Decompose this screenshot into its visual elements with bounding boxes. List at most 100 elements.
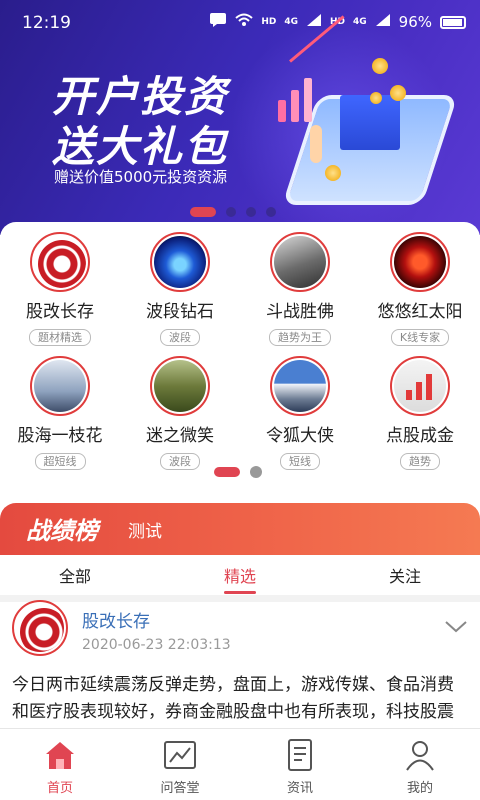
- expert-card[interactable]: 斗战胜佛 趋势为王: [240, 232, 360, 346]
- post-time: 2020-06-23 22:03:13: [82, 637, 231, 653]
- message-icon: [209, 12, 227, 32]
- chart-trend-icon: [162, 737, 198, 773]
- ranking-subtitle: 测试: [128, 522, 162, 542]
- banner-dot[interactable]: [246, 207, 256, 217]
- coin-icon: [390, 85, 406, 101]
- expert-name: 点股成金: [386, 426, 454, 446]
- home-icon: [42, 737, 78, 773]
- post-avatar[interactable]: [12, 600, 68, 656]
- avatar: [30, 356, 90, 416]
- logo-avatar: [16, 604, 64, 652]
- banner-dot[interactable]: [226, 207, 236, 217]
- banner-title: 开户投资 送大礼包: [52, 72, 228, 172]
- bar-illustration: [278, 78, 312, 122]
- post-author[interactable]: 股改长存: [82, 607, 150, 632]
- tab-active-indicator: [224, 591, 256, 594]
- avatar: [390, 232, 450, 292]
- nav-news[interactable]: 资讯: [240, 729, 360, 800]
- avatar: [30, 232, 90, 292]
- diamond-avatar: [154, 236, 206, 288]
- coin-icon: [370, 92, 382, 104]
- signal-icon: [306, 13, 322, 31]
- expert-tag: 趋势为王: [269, 329, 331, 346]
- nav-qa[interactable]: 问答堂: [120, 729, 240, 800]
- expert-name: 悠悠红太阳: [377, 302, 463, 322]
- expert-tag: 波段: [160, 329, 200, 346]
- experts-panel: 股改长存 题材精选 波段钻石 波段 斗战胜佛 趋势为王 悠悠红太阳 K线专家 股…: [0, 222, 480, 490]
- nav-label: 我的: [406, 781, 433, 796]
- coin-icon: [372, 58, 388, 74]
- bull-avatar: [394, 360, 446, 412]
- expert-tag: 趋势: [400, 453, 440, 470]
- avatar: [390, 356, 450, 416]
- network-4g-label-2: 4G: [353, 17, 367, 27]
- nav-label: 资讯: [286, 781, 313, 796]
- nav-home[interactable]: 首页: [0, 729, 120, 800]
- coin-icon: [325, 165, 341, 181]
- battery-percent: 96%: [398, 13, 432, 31]
- nav-label: 问答堂: [160, 781, 200, 796]
- lady-avatar: [34, 360, 86, 412]
- divider: [0, 595, 480, 602]
- expert-card[interactable]: 股改长存 题材精选: [0, 232, 120, 346]
- expert-tag: 超短线: [34, 453, 86, 470]
- expert-name: 股海一枝花: [17, 426, 103, 446]
- tab-following[interactable]: 关注: [365, 563, 445, 587]
- red-sun-avatar: [394, 236, 446, 288]
- expert-tag: 短线: [280, 453, 320, 470]
- expert-tag: 题材精选: [29, 329, 91, 346]
- expert-tag: K线专家: [390, 329, 450, 346]
- banner-dot-active[interactable]: [190, 207, 216, 217]
- banner-dot[interactable]: [266, 207, 276, 217]
- status-bar: 12:19 HD 4G HD 4G 96%: [0, 0, 480, 44]
- news-icon: [282, 737, 318, 773]
- nav-label: 首页: [46, 781, 73, 796]
- experts-pager: [214, 466, 262, 478]
- expert-tag: 波段: [160, 453, 200, 470]
- expert-card[interactable]: 悠悠红太阳 K线专家: [360, 232, 480, 346]
- mountain-avatar: [274, 360, 326, 412]
- expert-name: 斗战胜佛: [266, 302, 334, 322]
- expert-name: 迷之微笑: [146, 426, 214, 446]
- wifi-icon: [235, 13, 253, 31]
- tree-avatar: [154, 360, 206, 412]
- avatar: [150, 232, 210, 292]
- ranking-title: 战绩榜: [26, 517, 98, 545]
- expert-card[interactable]: 波段钻石 波段: [120, 232, 240, 346]
- expert-card[interactable]: 股海一枝花 超短线: [0, 356, 120, 470]
- tab-featured[interactable]: 精选: [200, 563, 280, 587]
- battery-icon: [440, 15, 466, 29]
- expert-name: 波段钻石: [146, 302, 214, 322]
- chevron-down-icon[interactable]: [444, 615, 467, 637]
- signal-icon-2: [375, 13, 391, 31]
- network-4g-label: 4G: [284, 17, 298, 27]
- nav-profile[interactable]: 我的: [360, 729, 480, 800]
- warrior-avatar: [274, 236, 326, 288]
- banner-title-line1: 开户投资: [52, 72, 229, 121]
- banner-subtitle: 赠送价值5000元投资资源: [54, 168, 228, 186]
- network-hd-label: HD: [261, 17, 277, 27]
- experts-grid: 股改长存 题材精选 波段钻石 波段 斗战胜佛 趋势为王 悠悠红太阳 K线专家 股…: [0, 232, 480, 470]
- banner-pager: [190, 207, 276, 217]
- tab-all[interactable]: 全部: [35, 563, 115, 587]
- person-illustration: [310, 125, 322, 163]
- avatar: [150, 356, 210, 416]
- ranking-header: 战绩榜 测试: [0, 503, 480, 555]
- expert-card[interactable]: 令狐大侠 短线: [240, 356, 360, 470]
- status-time: 12:19: [22, 13, 71, 33]
- bottom-nav: 首页 问答堂 资讯 我的: [0, 728, 480, 800]
- expert-card[interactable]: 迷之微笑 波段: [120, 356, 240, 470]
- avatar: [270, 232, 330, 292]
- experts-dot-active[interactable]: [214, 467, 240, 477]
- banner-title-line2: 送大礼包: [52, 122, 229, 171]
- feed-tabs: 全部 精选 关注: [0, 555, 480, 595]
- avatar: [270, 356, 330, 416]
- box-illustration: [340, 95, 400, 150]
- user-icon: [402, 737, 438, 773]
- promo-banner[interactable]: 12:19 HD 4G HD 4G 96% 开户投资 送大礼包 赠送价值5000…: [0, 0, 480, 235]
- expert-name: 令狐大侠: [266, 426, 334, 446]
- expert-name: 股改长存: [26, 302, 94, 322]
- logo-avatar: [34, 236, 86, 288]
- experts-dot[interactable]: [250, 466, 262, 478]
- expert-card[interactable]: 点股成金 趋势: [360, 356, 480, 470]
